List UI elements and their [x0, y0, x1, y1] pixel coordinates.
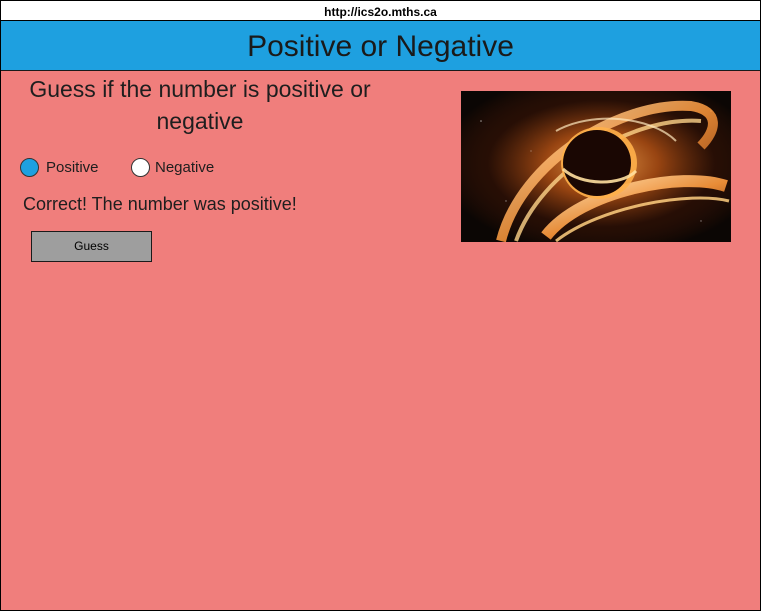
page-frame: http://ics2o.mths.ca Positive or Negativ… [0, 0, 761, 611]
radio-label-negative[interactable]: Negative [155, 159, 214, 176]
url-bar: http://ics2o.mths.ca [1, 1, 760, 21]
black-hole-illustration [461, 91, 731, 242]
radio-option-negative[interactable]: Negative [131, 156, 214, 178]
question-text: Guess if the number is positive or negat… [29, 76, 371, 134]
result-message: Correct! The number was positive! [23, 194, 297, 214]
radio-button-negative[interactable] [131, 157, 150, 177]
radio-label-positive[interactable]: Positive [46, 159, 99, 176]
black-hole-image [461, 91, 731, 242]
radio-option-positive[interactable]: Positive [20, 156, 99, 178]
guess-button[interactable]: Guess [31, 231, 152, 262]
page-title: Positive or Negative [1, 21, 760, 71]
radio-button-positive[interactable] [20, 157, 39, 177]
